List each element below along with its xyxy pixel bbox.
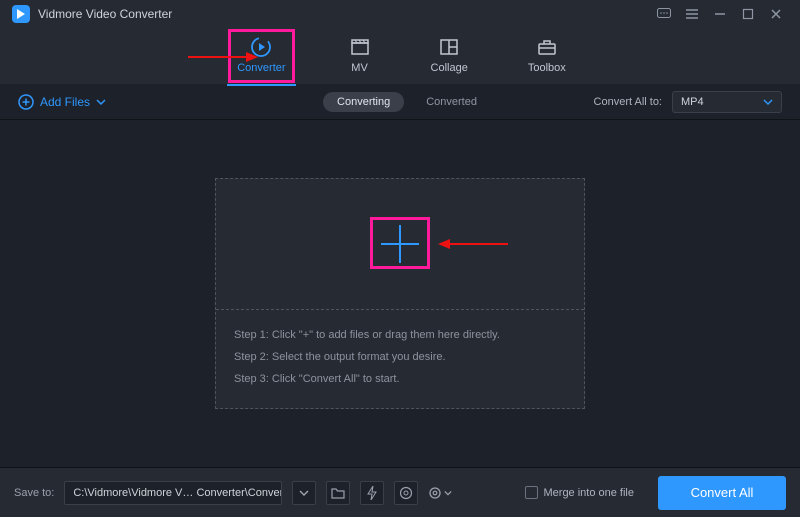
dropzone[interactable]: Step 1: Click "+" to add files or drag t… [215,178,585,409]
tab-label: Toolbox [528,62,566,74]
dropzone-step: Step 3: Click "Convert All" to start. [234,368,566,390]
tab-mv[interactable]: MV [343,32,377,80]
convert-all-to-label: Convert All to: [594,96,662,108]
spinner-play-icon [250,36,272,58]
convert-all-button[interactable]: Convert All [658,476,786,510]
feedback-icon[interactable] [650,0,678,28]
subtab-converted[interactable]: Converted [426,96,477,108]
app-title: Vidmore Video Converter [38,7,172,21]
maximize-icon[interactable] [734,0,762,28]
chevron-down-icon [299,488,309,498]
gear-icon [428,486,442,500]
toolbox-icon [536,36,558,58]
main-tabs: Converter MV Collage Toolbox [0,28,800,84]
minimize-icon[interactable] [706,0,734,28]
merge-into-one-file-checkbox[interactable]: Merge into one file [525,486,635,499]
annotation-arrow-to-plus [438,237,508,251]
checkbox-box [525,486,538,499]
tab-label: MV [351,62,368,74]
grid-icon [438,36,460,58]
settings-button[interactable] [428,481,452,505]
content-area: Step 1: Click "+" to add files or drag t… [0,120,800,467]
tab-label: Collage [431,62,468,74]
hardware-accel-button[interactable] [360,481,384,505]
tab-toolbox[interactable]: Toolbox [522,32,572,80]
chevron-down-icon [96,97,106,107]
tab-label: Converter [237,62,285,74]
save-to-label: Save to: [14,487,54,499]
folder-icon [331,487,345,499]
save-to-dropdown-button[interactable] [292,481,316,505]
close-icon[interactable] [762,0,790,28]
sub-toolbar: Add Files Converting Converted Convert A… [0,84,800,120]
add-files-label: Add Files [40,95,90,109]
dropzone-step: Step 1: Click "+" to add files or drag t… [234,324,566,346]
dropzone-step: Step 2: Select the output format you des… [234,346,566,368]
open-folder-button[interactable] [326,481,350,505]
convert-all-label: Convert All [691,485,754,500]
titlebar: Vidmore Video Converter [0,0,800,28]
menu-icon[interactable] [678,0,706,28]
clapperboard-icon [349,36,371,58]
save-to-path-input[interactable]: C:\Vidmore\Vidmore V… Converter\Converte… [64,481,282,505]
chevron-down-icon [444,489,452,497]
bolt-off-icon [366,486,378,500]
app-logo [12,5,30,23]
add-files-button[interactable]: Add Files [18,94,106,110]
merge-label: Merge into one file [544,487,635,499]
rocket-icon [399,486,413,500]
tab-collage[interactable]: Collage [425,32,474,80]
bottom-bar: Save to: C:\Vidmore\Vidmore V… Converter… [0,467,800,517]
subtab-converting[interactable]: Converting [323,92,404,112]
format-selected-value: MP4 [681,96,704,108]
chevron-down-icon [763,97,773,107]
tab-converter[interactable]: Converter [228,29,294,83]
dropzone-instructions: Step 1: Click "+" to add files or drag t… [216,309,584,408]
annotation-highlight-plus [370,217,430,269]
high-speed-button[interactable] [394,481,418,505]
format-select[interactable]: MP4 [672,91,782,113]
plus-circle-icon [18,94,34,110]
